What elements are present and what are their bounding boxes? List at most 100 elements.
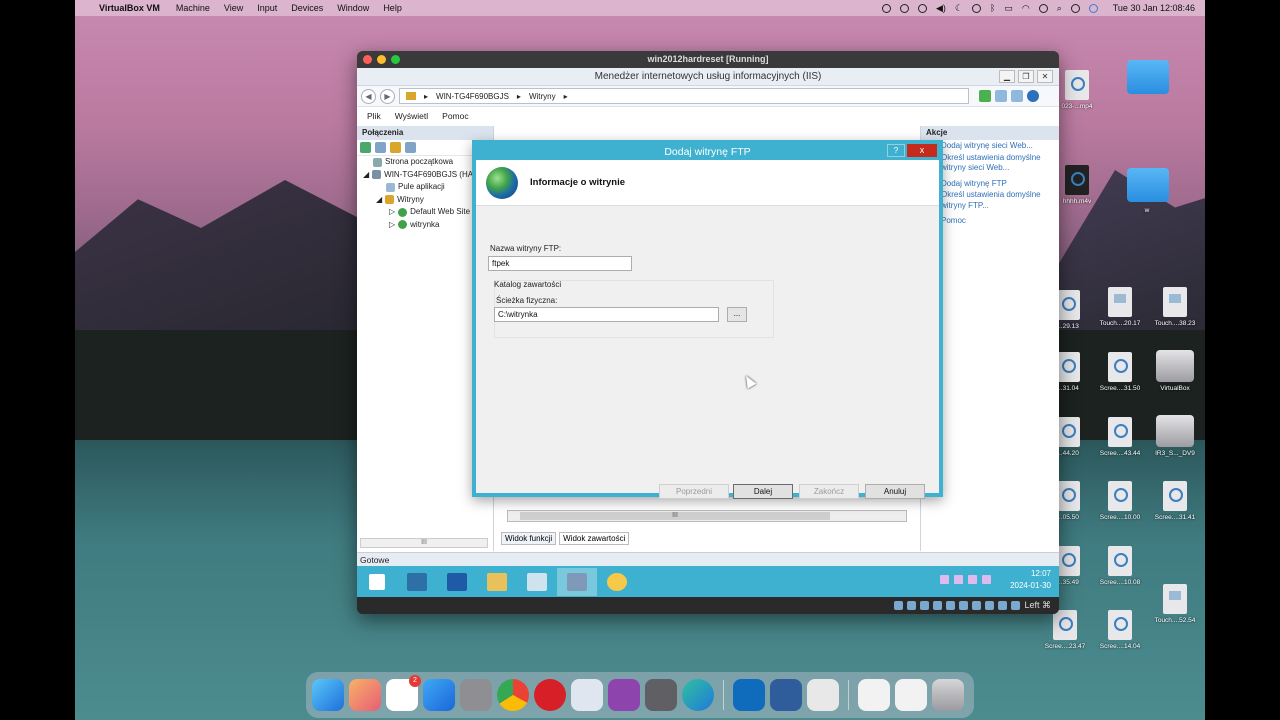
address-path[interactable]: ▸ WIN-TG4F690BGJS ▸ Witryny ▸ — [399, 88, 969, 104]
hdd-icon[interactable] — [894, 601, 904, 610]
back-icon[interactable]: ◀ — [361, 88, 376, 104]
desktop-file-icon[interactable]: Scree....31.50 — [1095, 352, 1145, 392]
desktop-file-icon[interactable]: Scree....14.04 — [1095, 610, 1145, 650]
cancel-button[interactable]: Anuluj — [865, 484, 925, 499]
dialog-close-button[interactable]: x — [907, 144, 937, 157]
control-center-icon[interactable] — [1070, 3, 1080, 13]
grammarly-icon[interactable] — [917, 3, 927, 13]
features-scrollbar[interactable]: III — [507, 510, 907, 522]
menu-file[interactable]: Plik — [367, 111, 381, 121]
next-button[interactable]: Dalej — [733, 484, 793, 499]
connect-icon[interactable] — [360, 142, 371, 153]
calculator-icon[interactable] — [645, 679, 677, 711]
drive-icon[interactable]: VirtualBox — [1150, 350, 1200, 392]
vbox-titlebar[interactable]: win2012hardreset [Running] — [357, 51, 1059, 68]
preview-icon[interactable] — [571, 679, 603, 711]
folder-icon[interactable] — [1127, 60, 1169, 94]
connections-scrollbar[interactable]: III — [360, 538, 488, 548]
desktop-file-icon[interactable]: Touch....52.54 — [1150, 584, 1200, 624]
display-icon[interactable] — [972, 601, 982, 610]
recent-window-icon[interactable] — [895, 679, 927, 711]
browse-button[interactable]: ... — [727, 307, 747, 322]
desktop-file-icon[interactable]: Scree....23.47 — [1040, 610, 1090, 650]
drive-icon[interactable]: IR3_S..._DV9 — [1150, 415, 1200, 457]
menu-input[interactable]: Input — [257, 3, 277, 13]
desktop-file-icon[interactable]: Touch....20.17 — [1095, 287, 1145, 327]
opera-icon[interactable] — [534, 679, 566, 711]
help-icon[interactable] — [1027, 90, 1039, 102]
desktop-file-icon[interactable]: Scree....31.41 — [1150, 481, 1200, 521]
minimize-icon[interactable]: ▁ — [999, 70, 1015, 83]
shared-folders-icon[interactable] — [959, 601, 969, 610]
app-menu[interactable]: VirtualBox VM — [99, 3, 160, 13]
physical-path-input[interactable]: C:\witrynka — [494, 307, 719, 322]
app-store-icon[interactable] — [423, 679, 455, 711]
taskbar-server-manager[interactable] — [397, 568, 437, 596]
restore-icon[interactable]: ❐ — [1018, 70, 1034, 83]
menu-devices[interactable]: Devices — [291, 3, 323, 13]
home-icon[interactable] — [1011, 90, 1023, 102]
desktop-file-icon[interactable]: 023-...mp4 — [1052, 70, 1102, 110]
system-settings-icon[interactable] — [460, 679, 492, 711]
creative-cloud-icon[interactable] — [899, 3, 909, 13]
desktop-file-icon[interactable]: Scree....43.44 — [1095, 417, 1145, 457]
tray-volume-icon[interactable] — [982, 575, 991, 584]
start-button[interactable] — [357, 568, 397, 596]
menu-window[interactable]: Window — [337, 3, 369, 13]
usb-icon[interactable] — [946, 601, 956, 610]
night-shift-icon[interactable]: ☾ — [955, 3, 963, 14]
desktop-file-icon[interactable]: Touch....38.23 — [1150, 287, 1200, 327]
taskbar-ie[interactable] — [597, 568, 637, 596]
reminders-icon[interactable]: 2 — [386, 675, 421, 711]
menu-view[interactable]: View — [224, 3, 243, 13]
desktop-file-icon[interactable]: Scree....10.08 — [1095, 546, 1145, 586]
network-icon[interactable] — [933, 601, 943, 610]
taskbar-iis[interactable] — [557, 567, 597, 596]
save-icon[interactable] — [375, 142, 386, 153]
battery-icon[interactable]: ▭ — [1004, 3, 1013, 14]
close-icon[interactable]: ✕ — [1037, 70, 1053, 83]
folder-icon[interactable] — [1127, 168, 1169, 202]
connection-icon[interactable] — [405, 142, 416, 153]
virtualbox-icon[interactable] — [770, 679, 802, 711]
previous-button[interactable]: Poprzedni — [659, 484, 729, 499]
outlook-icon[interactable] — [733, 679, 765, 711]
breadcrumb-server[interactable]: WIN-TG4F690BGJS — [436, 92, 509, 101]
cpu-icon[interactable] — [998, 601, 1008, 610]
spotlight-icon[interactable]: ⌕ — [1057, 3, 1062, 14]
display-icon[interactable] — [971, 3, 981, 13]
folder-icon[interactable] — [390, 142, 401, 153]
launchpad-icon[interactable] — [349, 679, 381, 711]
close-window-icon[interactable] — [363, 55, 372, 64]
menu-view[interactable]: Wyświetl — [395, 111, 428, 121]
tab-content-view[interactable]: Widok zawartości — [559, 532, 630, 545]
dialog-help-button[interactable]: ? — [887, 144, 905, 157]
desktop-file-icon[interactable]: Scree....10.00 — [1095, 481, 1145, 521]
menu-machine[interactable]: Machine — [176, 3, 210, 13]
optical-drive-icon[interactable] — [907, 601, 917, 610]
edge-icon[interactable] — [682, 679, 714, 711]
menubar-clock[interactable]: Tue 30 Jan 12:08:46 — [1113, 3, 1195, 13]
breadcrumb-sites[interactable]: Witryny — [529, 92, 556, 101]
iis-titlebar[interactable]: Menedżer internetowych usług informacyjn… — [357, 68, 1059, 86]
minimize-window-icon[interactable] — [377, 55, 386, 64]
siri-icon[interactable] — [1088, 3, 1098, 13]
bluetooth-icon[interactable]: ᛒ — [990, 3, 995, 13]
finder-icon[interactable] — [312, 679, 344, 711]
dialog-titlebar[interactable]: Dodaj witrynę FTP ? x — [476, 144, 939, 160]
record-icon[interactable] — [881, 3, 891, 13]
forward-icon[interactable]: ▶ — [380, 88, 395, 104]
recent-window-icon[interactable] — [858, 679, 890, 711]
mouse-integration-icon[interactable] — [1011, 601, 1021, 610]
audio-icon[interactable] — [920, 601, 930, 610]
stop-icon[interactable] — [995, 90, 1007, 102]
wifi-icon[interactable]: ◠ — [1022, 3, 1030, 14]
taskbar-powershell[interactable] — [437, 568, 477, 596]
taskbar-clock[interactable]: 12:07 2024-01-30 — [1010, 568, 1051, 592]
tray-network-icon[interactable] — [968, 575, 977, 584]
finish-button[interactable]: Zakończ — [799, 484, 859, 499]
desktop-file-icon[interactable]: hhhh.m4v — [1052, 165, 1102, 205]
tab-features-view[interactable]: Widok funkcji — [501, 532, 557, 545]
tray-power-icon[interactable] — [954, 575, 963, 584]
vm-window-icon[interactable] — [807, 679, 839, 711]
